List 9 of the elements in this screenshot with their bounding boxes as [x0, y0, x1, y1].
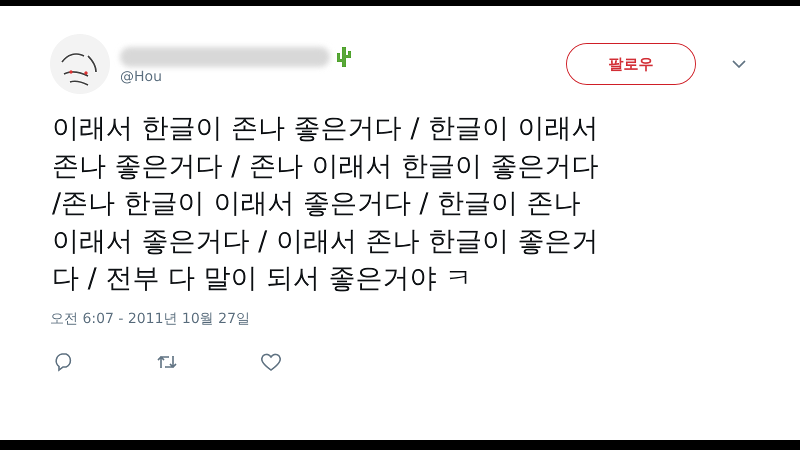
user-handle: @Hou: [120, 69, 163, 85]
cactus-icon: [334, 45, 354, 69]
follow-button[interactable]: 팔로우: [566, 43, 696, 85]
tweet-text: 이래서 한글이 존나 좋은거다 / 한글이 이래서 존나 좋은거다 / 존나 이래서 한글이 좋은거다 /존나 한글이 이래서 좋은거다 / 한글이 존나 이래서 좋은거다 / 이래서 존나 한글이 좋은거 다 / 전부 다 말이 되서 좋은거야 ㅋ: [52, 112, 600, 296]
heart-icon[interactable]: [260, 352, 282, 372]
chevron-down-icon[interactable]: [732, 60, 746, 68]
avatar-drawing: [50, 34, 110, 94]
reply-icon[interactable]: [54, 352, 74, 372]
timestamp: 오전 6:07 - 2011년 10월 27일: [50, 310, 250, 328]
